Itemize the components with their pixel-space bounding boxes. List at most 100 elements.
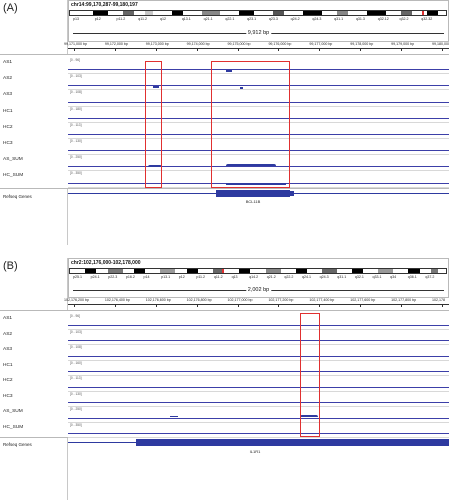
band-label: p11.2 (116, 17, 126, 21)
ruler-tick (74, 304, 75, 307)
band-label: p25.1 (73, 275, 82, 279)
track-row[interactable]: AS1 [0 - 96] (0, 314, 449, 330)
track-name: AS3 (3, 92, 13, 98)
band-label: q31.1 (337, 275, 347, 279)
track-row[interactable]: HC3 [0 - 130] (0, 392, 449, 407)
band-label: p24.1 (90, 275, 100, 279)
track-baseline (68, 386, 449, 388)
ruler-tick (319, 304, 321, 307)
track-row[interactable]: HC1 [0 - 160] (0, 361, 449, 376)
track-range: [0 - 108] (70, 345, 82, 349)
ruler-tick (401, 48, 403, 51)
track-range: [0 - 350] (70, 422, 82, 427)
track-range: [0 - 113] (70, 376, 82, 380)
ruler-tick (360, 304, 362, 307)
band-label: q33.1 (372, 275, 382, 279)
ruler-tick-label: 99,174,000 bp (186, 42, 210, 46)
locus-label: chr14:99,170,287-99,180,197 (71, 2, 138, 8)
band-label: q12 (160, 17, 167, 21)
panel-b-ruler: 102,176,200 bp 102,176,400 bp 102,176,600 … (64, 298, 449, 310)
highlight-region (300, 313, 320, 437)
track-range: [0 - 130] (70, 139, 82, 143)
gene-exon-block[interactable] (136, 439, 192, 446)
band-label: q14.2 (249, 275, 259, 279)
ruler-tick (74, 48, 75, 51)
ruler-tick (114, 304, 116, 307)
band-label: p14 (143, 275, 150, 279)
band-label: q31.1 (334, 17, 344, 21)
track-row[interactable]: AS_SUM [0 - 250] (0, 407, 449, 423)
track-name: HC_SUM (3, 424, 24, 430)
track-range: [0 - 96] (70, 58, 80, 62)
ruler-tick (442, 48, 443, 51)
track-name: AS_SUM (3, 409, 23, 414)
band-label: q13 (231, 275, 238, 279)
track-range: [0 - 350] (70, 171, 82, 176)
panel-a: chr14:99,170,287-99,180,197 p13 p12 p11.2 q… (0, 0, 449, 245)
track-name: AS_SUM (3, 157, 23, 163)
gene-exon-block[interactable] (216, 190, 290, 197)
ruler-tick-label: 102,177,200 bp (268, 298, 294, 302)
track-name: HC2 (3, 124, 13, 130)
track-name: HC1 (3, 362, 13, 368)
band-label: p12 (94, 17, 101, 21)
ruler-tick (196, 304, 198, 307)
ruler-tick (155, 304, 157, 307)
band-label: q24.2 (290, 17, 300, 21)
ruler-tick-label: 102,177,800 bp (391, 298, 417, 302)
ruler-tick-label: 99,171,000 bp (64, 42, 87, 46)
track-name: AS2 (3, 76, 13, 82)
track-row[interactable]: HC2 [0 - 113] (0, 376, 449, 392)
track-name: HC_SUM (3, 173, 24, 179)
panel-a-ruler: 99,171,000 bp 99,172,000 bp 99,173,000 bp 9… (64, 42, 449, 54)
ruler-tick-label: 102,177,600 bp (350, 298, 376, 302)
ruler-line (68, 304, 449, 305)
track-baseline (68, 371, 449, 372)
gene-exon-block[interactable] (290, 191, 294, 196)
ruler-tick (155, 48, 157, 51)
ruler-tick-label: 99,176,000 bp (268, 42, 292, 46)
band-label: q34 (390, 275, 397, 279)
peak-mark (170, 416, 178, 417)
chromosome-ideogram[interactable] (69, 268, 447, 274)
band-label: p13.1 (161, 275, 171, 279)
ruler-tick-label: 102,176,800 bp (186, 298, 212, 302)
track-range: [0 - 96] (70, 314, 80, 318)
ruler-tick (319, 48, 321, 51)
track-baseline (68, 324, 449, 326)
ruler-tick-label: 102,178 (432, 298, 445, 302)
ruler-tick-label: 102,176,200 bp (64, 298, 89, 302)
refseq-label: Refseq Genes (3, 194, 32, 199)
ruler-tick (114, 48, 116, 51)
track-name: AS1 (3, 60, 13, 65)
band-label: q32.1 (354, 275, 364, 279)
ruler-tick (196, 48, 198, 51)
track-name: HC1 (3, 108, 13, 114)
band-label: q32.32 (421, 17, 433, 21)
band-label: q23.1 (247, 17, 257, 21)
track-range: [0 - 103] (70, 329, 82, 334)
gene-name: IL1R1 (249, 449, 261, 454)
track-range: [0 - 250] (70, 407, 82, 411)
band-label: q37.2 (425, 275, 435, 279)
track-baseline (68, 355, 449, 357)
track-row[interactable]: AS3 [0 - 108] (0, 345, 449, 361)
band-label: q22.1 (225, 17, 235, 21)
track-row[interactable]: AS2 [0 - 103] (0, 329, 449, 345)
ruler-tick-label: 102,177,400 bp (309, 298, 335, 302)
ruler-tick-label: 102,177,000 bp (227, 298, 253, 302)
gene-exon-block[interactable] (192, 439, 449, 446)
panel-b-header: chr2:102,176,000-102,178,000 p25.1 p24.1 p… (68, 258, 449, 298)
track-baseline (68, 340, 449, 341)
highlight-region-2 (211, 61, 290, 188)
highlight-region-1 (145, 61, 162, 188)
track-row[interactable]: HC_SUM [0 - 350] (0, 422, 449, 438)
ruler-tick (401, 304, 403, 307)
track-baseline (68, 433, 449, 434)
track-range: [0 - 250] (70, 155, 82, 160)
band-label: q21.2 (266, 275, 276, 279)
track-range: [0 - 180] (70, 106, 82, 111)
ruler-tick-label: 99,175,000 bp (227, 42, 251, 46)
ruler-tick-label: 99,172,000 bp (104, 42, 128, 46)
chromosome-ideogram[interactable] (69, 10, 447, 16)
